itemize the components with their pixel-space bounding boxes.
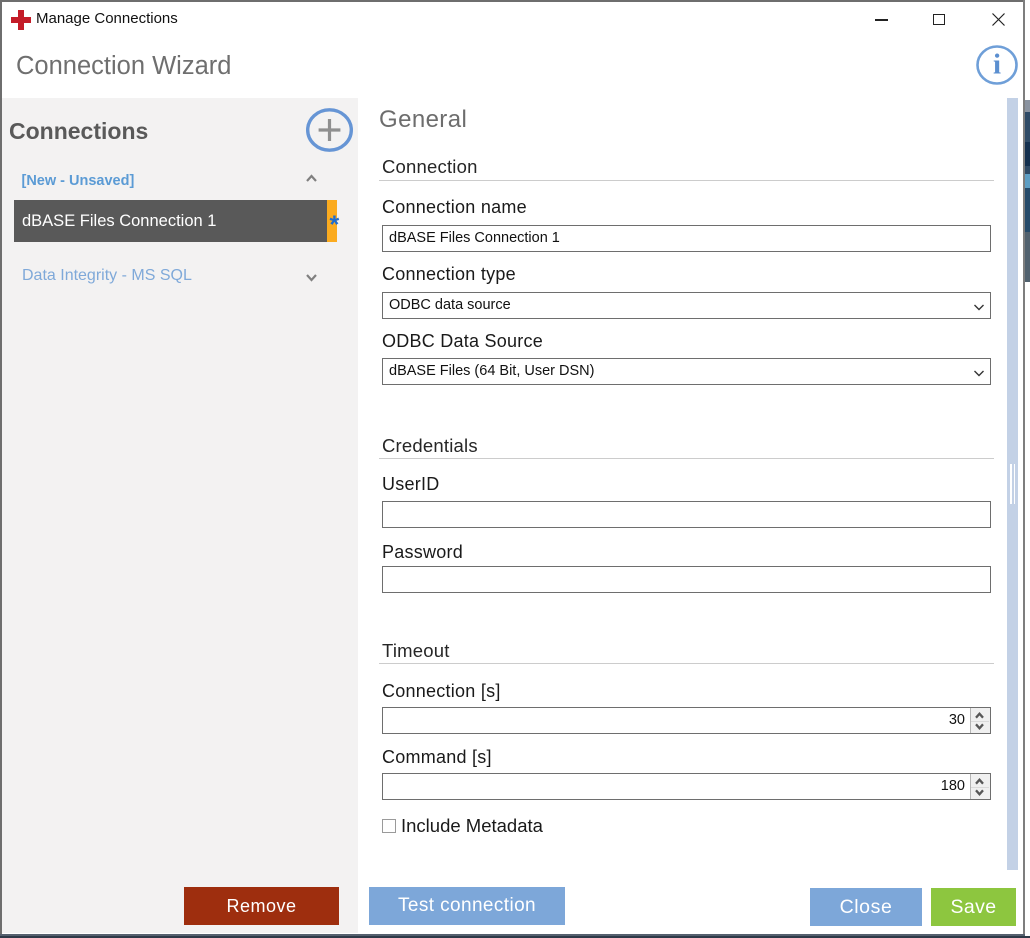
svg-text:i: i [993, 49, 1001, 81]
